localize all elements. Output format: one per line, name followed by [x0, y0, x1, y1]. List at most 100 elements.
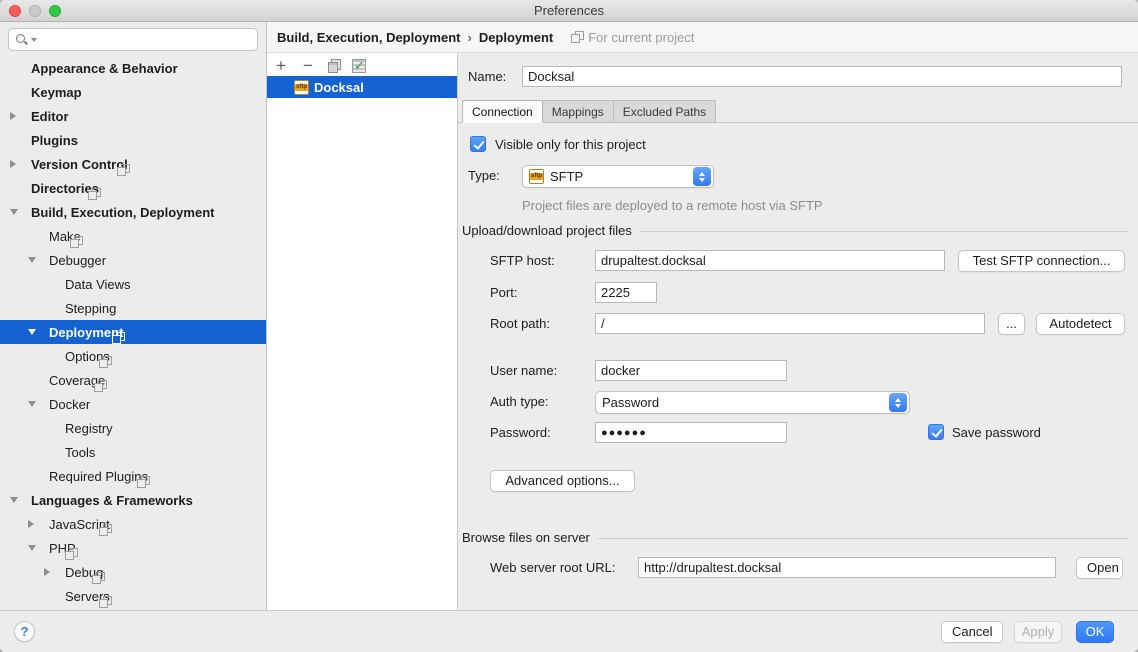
ok-button[interactable]: OK: [1076, 621, 1114, 643]
server-name: Docksal: [314, 80, 364, 95]
sidebar-item-label: Plugins: [31, 133, 78, 148]
sidebar-item-label: Registry: [65, 421, 113, 436]
sidebar-item-php[interactable]: PHP: [0, 536, 266, 560]
chevron-down-icon[interactable]: [10, 497, 31, 503]
test-sftp-connection-button[interactable]: Test SFTP connection...: [958, 250, 1125, 272]
zoom-window-icon[interactable]: [49, 5, 61, 17]
sidebar-item-make[interactable]: Make: [0, 224, 266, 248]
tab-connection[interactable]: Connection: [462, 100, 543, 123]
sidebar-item-data-views[interactable]: Data Views: [0, 272, 266, 296]
help-button[interactable]: ?: [14, 621, 35, 642]
auth-type-value: Password: [602, 395, 889, 410]
port-input[interactable]: [595, 282, 657, 303]
autodetect-button[interactable]: Autodetect: [1036, 313, 1125, 335]
deployment-form: Name: ConnectionMappingsExcluded Paths V…: [458, 53, 1138, 610]
web-root-label: Web server root URL:: [490, 557, 615, 578]
sidebar-item-options[interactable]: Options: [0, 344, 266, 368]
breadcrumb-item-deployment[interactable]: Deployment: [479, 30, 553, 45]
remove-server-icon[interactable]: −: [300, 58, 316, 74]
breadcrumb-item-build-execution-deployment[interactable]: Build, Execution, Deployment: [277, 30, 460, 45]
per-project-icon: [99, 356, 111, 368]
chevron-right-icon[interactable]: [44, 568, 65, 576]
close-window-icon[interactable]: [9, 5, 21, 17]
browse-root-path-button[interactable]: ...: [998, 313, 1025, 335]
sidebar-item-tools[interactable]: Tools: [0, 440, 266, 464]
per-project-icon: [571, 31, 583, 43]
apply-button: Apply: [1014, 621, 1062, 643]
per-project-icon: [99, 596, 111, 608]
chevron-down-icon[interactable]: [10, 209, 31, 215]
sidebar-item-label: Debugger: [49, 253, 106, 268]
sftp-host-input[interactable]: [595, 250, 945, 271]
sidebar-item-directories[interactable]: Directories: [0, 176, 266, 200]
advanced-options-button[interactable]: Advanced options...: [490, 470, 635, 492]
user-name-label: User name:: [490, 360, 557, 381]
sidebar-item-coverage[interactable]: Coverage: [0, 368, 266, 392]
sidebar-item-languages-frameworks[interactable]: Languages & Frameworks: [0, 488, 266, 512]
auth-type-label: Auth type:: [490, 391, 549, 412]
tab-mappings[interactable]: Mappings: [542, 100, 614, 123]
sidebar-item-appearance-behavior[interactable]: Appearance & Behavior: [0, 56, 266, 80]
sidebar-item-label: Docker: [49, 397, 90, 412]
sidebar-item-servers[interactable]: Servers: [0, 584, 266, 608]
sidebar-item-label: Languages & Frameworks: [31, 493, 193, 508]
sidebar-item-docker[interactable]: Docker: [0, 392, 266, 416]
type-select[interactable]: sftp SFTP: [522, 165, 714, 188]
sidebar-item-deployment[interactable]: Deployment: [0, 320, 266, 344]
sidebar-item-plugins[interactable]: Plugins: [0, 128, 266, 152]
type-label: Type:: [468, 165, 500, 186]
sidebar-item-registry[interactable]: Registry: [0, 416, 266, 440]
copy-server-icon[interactable]: [327, 59, 341, 73]
password-label: Password:: [490, 422, 551, 443]
chevron-down-icon[interactable]: [28, 257, 49, 263]
use-as-default-icon[interactable]: [352, 59, 366, 73]
sidebar-item-version-control[interactable]: Version Control: [0, 152, 266, 176]
root-path-label: Root path:: [490, 313, 550, 334]
auth-type-select[interactable]: Password: [595, 391, 910, 414]
per-project-icon: [70, 236, 82, 248]
per-project-icon: [137, 476, 149, 488]
per-project-icon: [65, 548, 77, 560]
search-input[interactable]: [37, 32, 257, 47]
per-project-icon: [99, 524, 111, 536]
user-name-input[interactable]: [595, 360, 787, 381]
sidebar-item-stepping[interactable]: Stepping: [0, 296, 266, 320]
sidebar-item-debug[interactable]: Debug: [0, 560, 266, 584]
open-url-button[interactable]: Open: [1076, 557, 1123, 579]
chevron-right-icon[interactable]: [28, 520, 49, 528]
tab-excluded-paths[interactable]: Excluded Paths: [613, 100, 716, 123]
save-password-checkbox[interactable]: [928, 424, 944, 440]
minimize-window-icon: [29, 5, 41, 17]
sidebar-item-javascript[interactable]: JavaScript: [0, 512, 266, 536]
cancel-button[interactable]: Cancel: [941, 621, 1003, 643]
sidebar-item-editor[interactable]: Editor: [0, 104, 266, 128]
chevron-down-icon[interactable]: [28, 545, 49, 551]
per-project-icon: [94, 380, 106, 392]
chevron-right-icon[interactable]: [10, 112, 31, 120]
chevron-down-icon[interactable]: [28, 329, 49, 335]
server-list-item-docksal[interactable]: sftp Docksal: [267, 76, 457, 98]
sidebar-item-build-execution-deployment[interactable]: Build, Execution, Deployment: [0, 200, 266, 224]
settings-tree: Appearance & Behavior Keymap Editor Plugins…: [0, 56, 266, 610]
sidebar-item-keymap[interactable]: Keymap: [0, 80, 266, 104]
sidebar-item-required-plugins[interactable]: Required Plugins: [0, 464, 266, 488]
visible-only-label: Visible only for this project: [495, 134, 646, 155]
type-value: SFTP: [550, 169, 693, 184]
sidebar-item-label: Tools: [65, 445, 95, 460]
root-path-input[interactable]: [595, 313, 985, 334]
sidebar-item-label: Keymap: [31, 85, 82, 100]
sidebar-item-debugger[interactable]: Debugger: [0, 248, 266, 272]
web-root-input[interactable]: [638, 557, 1056, 578]
sidebar-item-label: Data Views: [65, 277, 131, 292]
name-input[interactable]: [522, 66, 1122, 87]
preferences-window: Preferences Appearance & BehaviorKeymapE…: [0, 0, 1138, 652]
password-input[interactable]: [595, 422, 787, 443]
chevron-right-icon[interactable]: [10, 160, 31, 168]
chevron-down-icon[interactable]: [28, 401, 49, 407]
visible-only-checkbox[interactable]: [470, 136, 486, 152]
add-server-icon[interactable]: +: [273, 58, 289, 74]
upload-section-header: Upload/download project files: [462, 223, 1128, 238]
search-box[interactable]: [8, 28, 258, 51]
connection-tabs: ConnectionMappingsExcluded Paths: [462, 100, 1138, 123]
sftp-type-icon: sftp: [529, 169, 544, 184]
